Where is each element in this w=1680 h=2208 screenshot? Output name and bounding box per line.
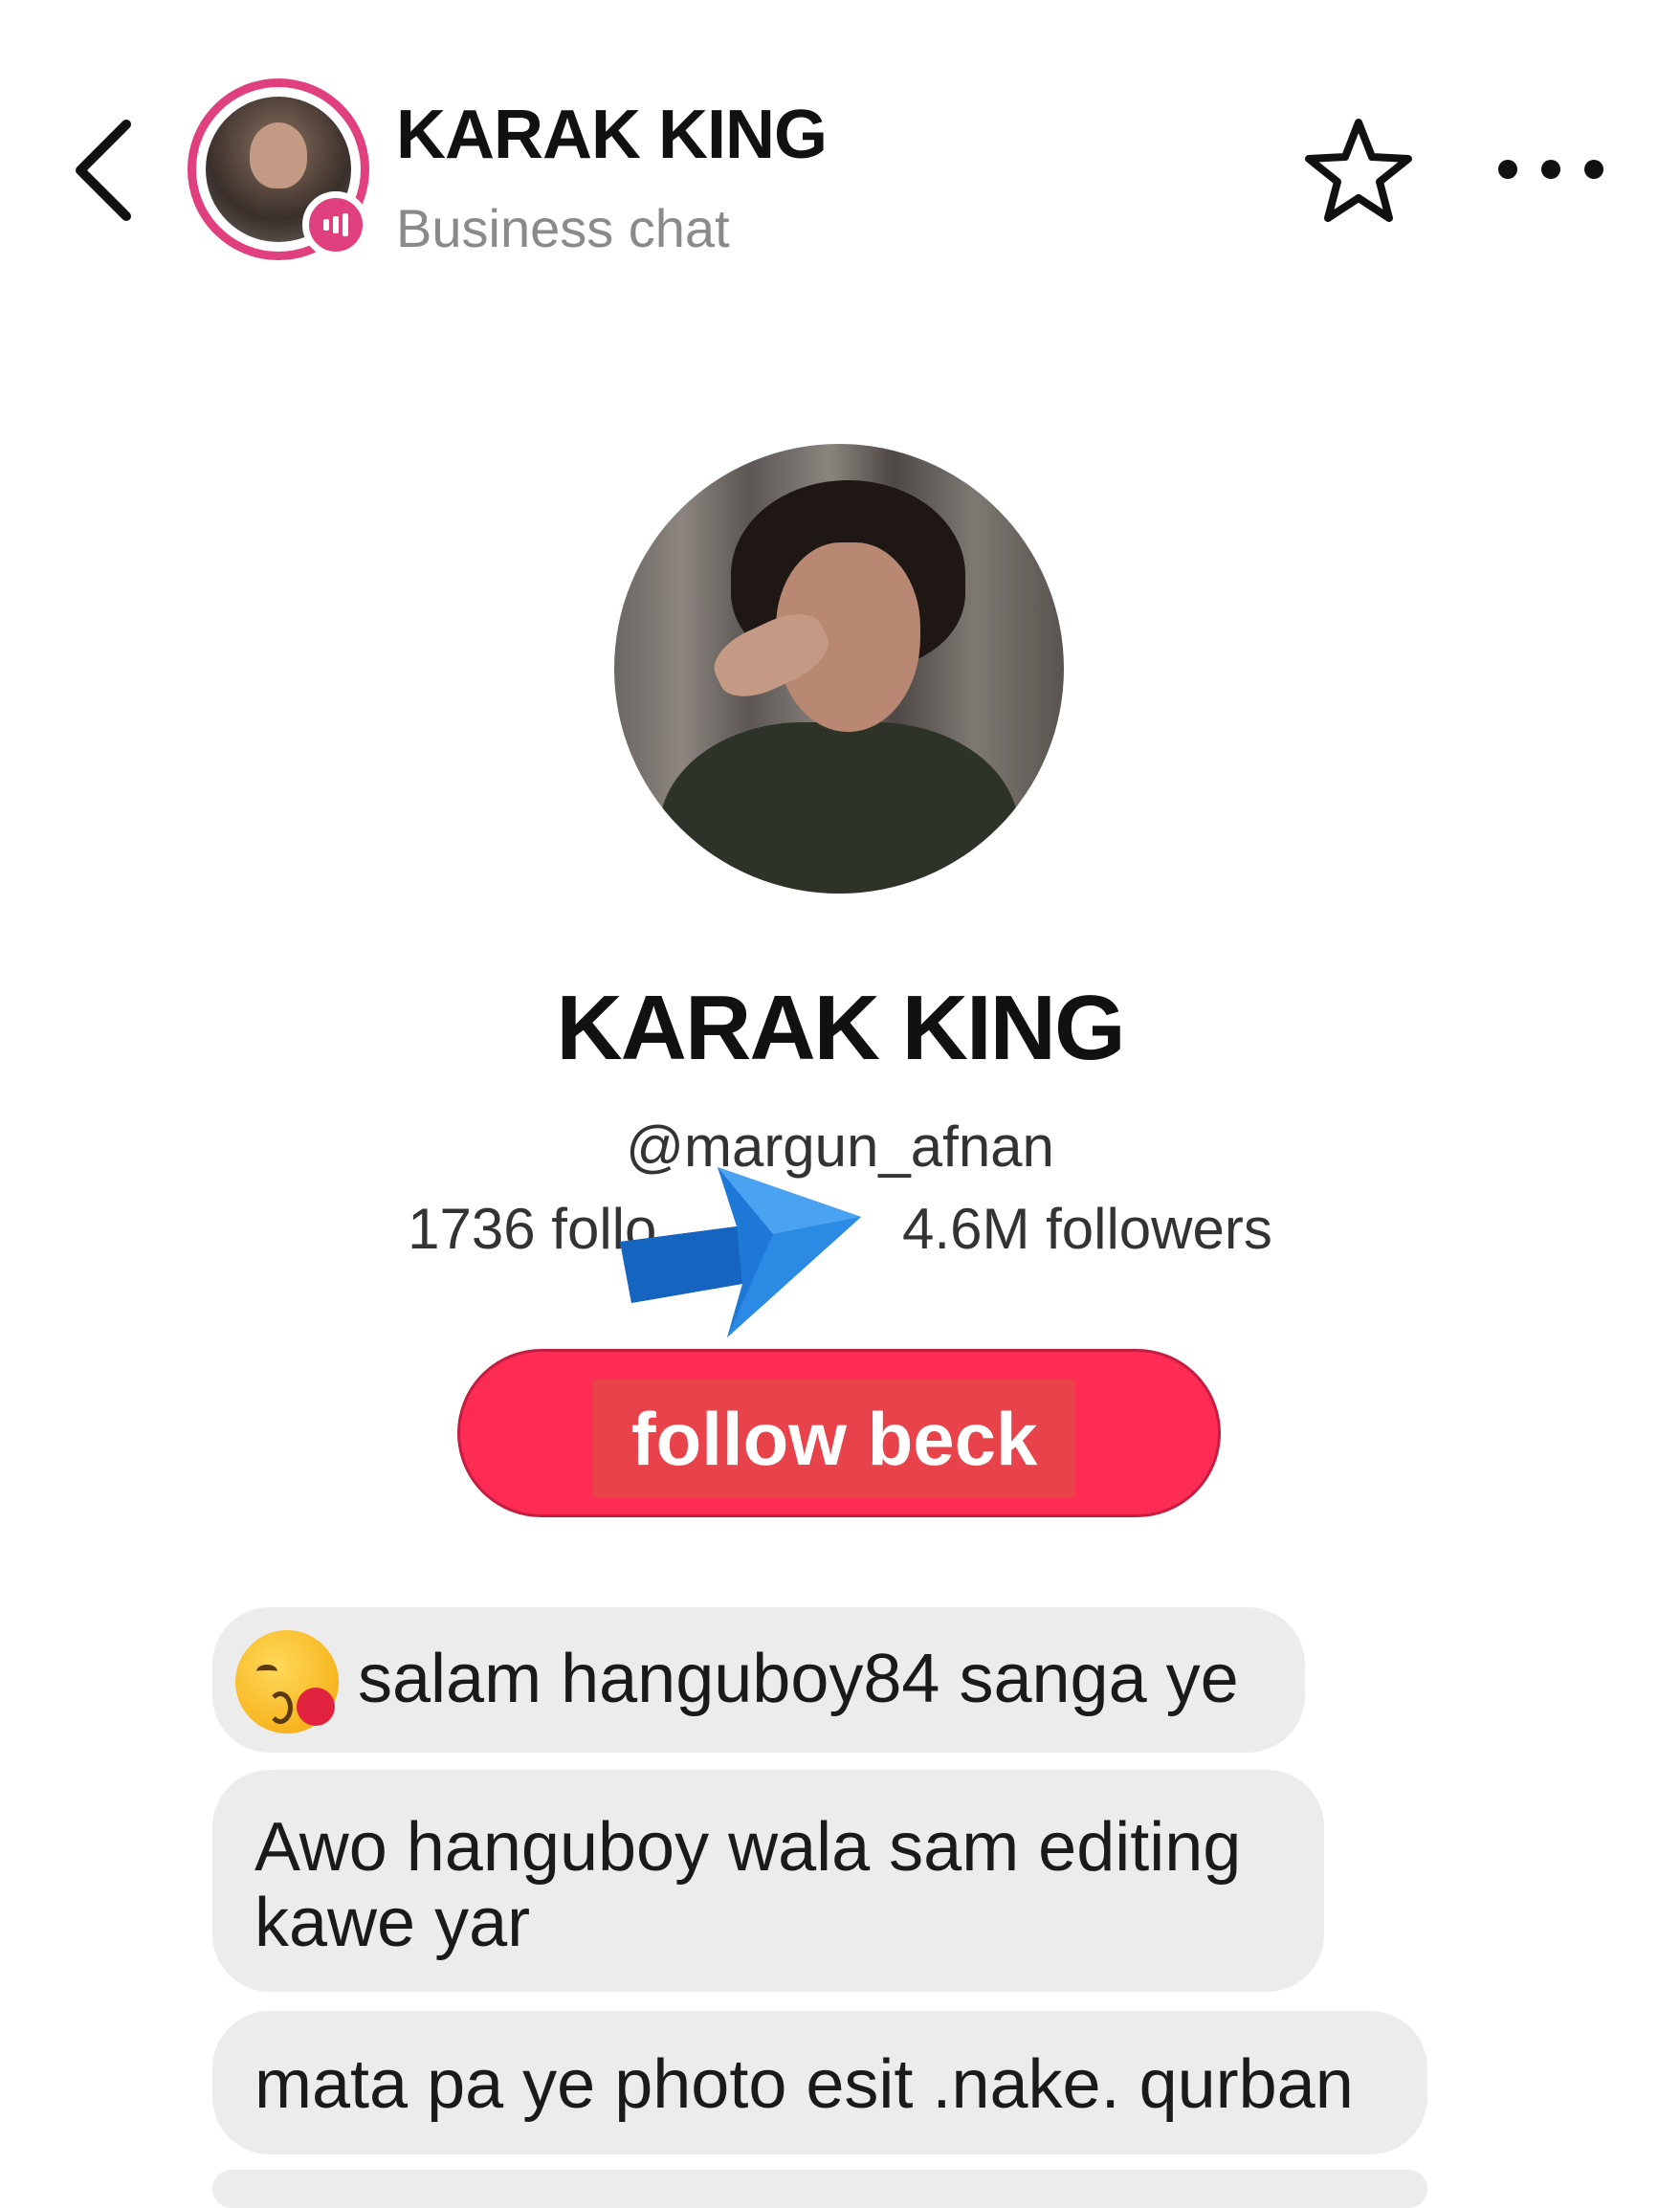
more-dot-icon bbox=[1541, 160, 1560, 179]
blue-arrow-icon bbox=[620, 1167, 861, 1337]
following-count[interactable]: 1736 bbox=[408, 1197, 535, 1261]
business-badge-icon bbox=[302, 191, 369, 258]
message-bubble[interactable]: mata pa ye photo esit .nake. qurban bbox=[212, 2011, 1427, 2154]
message-text: Awo hanguboy wala sam editing kawe yar bbox=[254, 1809, 1242, 1962]
chat-title[interactable]: KARAK KING bbox=[396, 96, 828, 174]
message-bubble-partial[interactable] bbox=[212, 2170, 1427, 2208]
favorite-button[interactable] bbox=[1301, 115, 1416, 230]
profile-name: KARAK KING bbox=[556, 977, 1125, 1079]
chat-subtitle: Business chat bbox=[396, 198, 730, 258]
message-text: salam hanguboy84 sanga ye bbox=[358, 1641, 1239, 1717]
back-button[interactable] bbox=[67, 113, 144, 228]
more-dot-icon bbox=[1498, 160, 1517, 179]
chevron-left-icon bbox=[76, 120, 131, 221]
profile-avatar[interactable] bbox=[614, 444, 1064, 894]
star-outline-icon bbox=[1305, 119, 1412, 222]
message-bubble[interactable]: Awo hanguboy wala sam editing kawe yar bbox=[212, 1770, 1324, 1992]
more-dot-icon bbox=[1584, 160, 1603, 179]
follow-back-button[interactable] bbox=[457, 1349, 1221, 1517]
followers-count[interactable]: 4.6M followers bbox=[902, 1197, 1272, 1261]
more-options-button[interactable] bbox=[1498, 145, 1603, 193]
message-text: mata pa ye photo esit .nake. qurban bbox=[254, 2046, 1354, 2123]
kissing-face-with-heart-emoji-icon bbox=[235, 1630, 339, 1733]
message-bubble[interactable]: salam hanguboy84 sanga ye bbox=[212, 1607, 1305, 1753]
